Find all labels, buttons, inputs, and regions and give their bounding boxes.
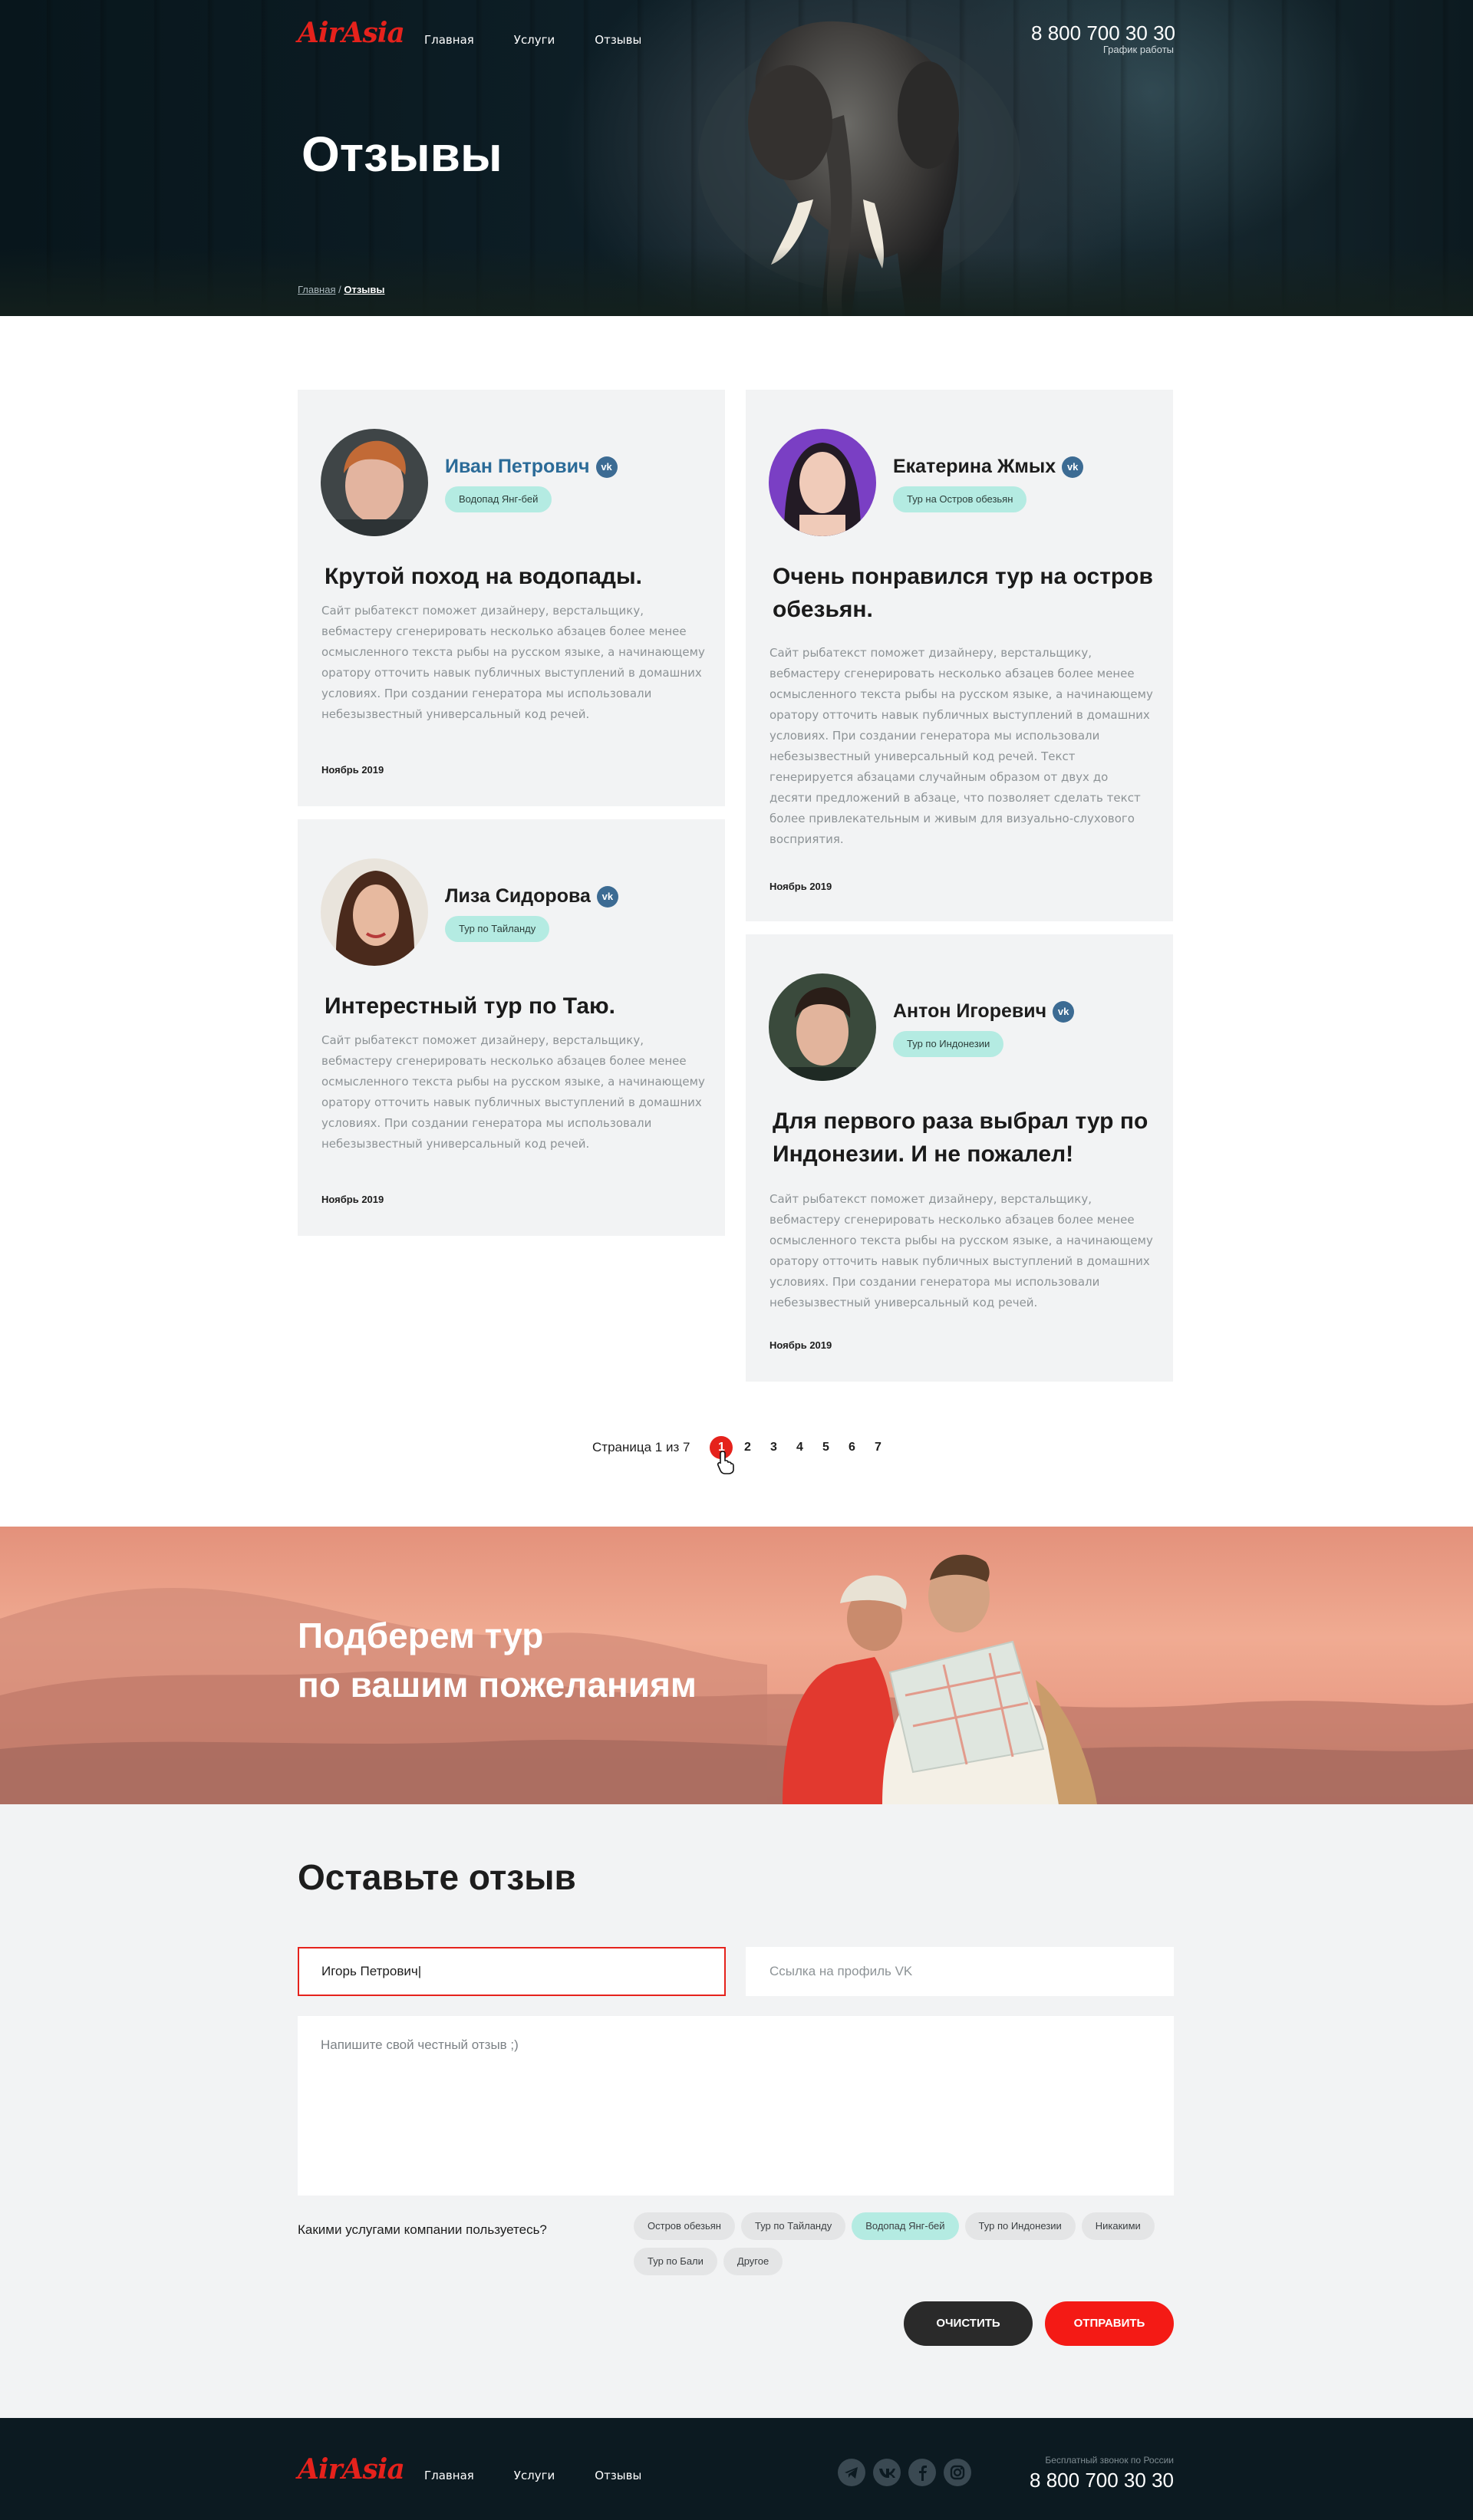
promo-title: Подберем тур по вашим пожеланиям: [298, 1611, 697, 1709]
page-3[interactable]: 3: [762, 1436, 785, 1459]
vk-icon[interactable]: vk: [1053, 1001, 1075, 1023]
nav-reviews[interactable]: Отзывы: [595, 33, 641, 47]
page-5[interactable]: 5: [814, 1436, 837, 1459]
vk-icon[interactable]: [873, 2459, 901, 2486]
review-card: Иван Петрович vk Водопад Янг-бей Крутой п…: [298, 390, 725, 806]
chip-monkey-island[interactable]: Остров обезьян: [634, 2212, 735, 2240]
vk-icon[interactable]: vk: [1062, 456, 1084, 478]
reviewer-name-text: Антон Игоревич: [893, 1000, 1047, 1022]
vk-icon[interactable]: vk: [595, 456, 618, 478]
nav-services[interactable]: Услуги: [514, 33, 555, 47]
footer-nav-home[interactable]: Главная: [424, 2469, 474, 2482]
footer-nav-services[interactable]: Услуги: [514, 2469, 555, 2482]
tourists-image: [783, 1554, 1097, 1804]
breadcrumb: Главная / Отзывы: [298, 284, 385, 295]
page-title: Отзывы: [302, 127, 503, 182]
services-question: Какими услугами компании пользуетесь?: [298, 2222, 547, 2237]
reviewer-name[interactable]: Антон Игоревич vk: [893, 1000, 1075, 1023]
review-title: Интерестный тур по Таю.: [325, 993, 615, 1019]
chip-bali[interactable]: Тур по Бали: [634, 2248, 717, 2275]
review-body: Сайт рыбатекст поможет дизайнеру, верста…: [321, 604, 705, 721]
clear-button[interactable]: ОЧИСТИТЬ: [904, 2301, 1033, 2346]
reviewer-name[interactable]: Екатерина Жмых vk: [893, 456, 1084, 478]
chip-indonesia[interactable]: Тур по Индонезии: [964, 2212, 1076, 2240]
chip-none[interactable]: Никакими: [1081, 2212, 1155, 2240]
reviewer-name-text: Иван Петрович: [445, 456, 590, 477]
review-card: Екатерина Жмых vk Тур на Остров обезьян О…: [746, 390, 1173, 921]
logo[interactable]: AirAsia: [298, 17, 405, 49]
review-card: Антон Игоревич vk Тур по Индонезии Для пе…: [746, 934, 1173, 1382]
promo-title-line1: Подберем тур: [298, 1616, 544, 1655]
chip-waterfall[interactable]: Водопад Янг-бей: [852, 2212, 959, 2240]
pagination-label: Страница 1 из 7: [592, 1440, 690, 1454]
name-input[interactable]: Игорь Петрович|: [298, 1947, 726, 1996]
review-date: Ноябрь 2019: [769, 1339, 832, 1351]
mountains-image: [0, 1588, 1473, 1804]
service-tag: Тур по Тайланду: [445, 916, 550, 942]
vk-profile-input[interactable]: Ссылка на профиль VK: [746, 1947, 1174, 1996]
service-chips: Остров обезьян Тур по Тайланду Водопад Я…: [634, 2212, 1178, 2275]
main-nav: Главная Услуги Отзывы: [424, 33, 641, 47]
review-title: Крутой поход на водопады.: [325, 564, 642, 589]
reviewer-name-text: Лиза Сидорова: [445, 885, 591, 907]
review-textarea[interactable]: Напишите свой честный отзыв ;): [298, 2016, 1174, 2196]
page-6[interactable]: 6: [840, 1436, 863, 1459]
hero-banner: [0, 0, 1473, 316]
work-schedule-link[interactable]: График работы: [1020, 44, 1174, 55]
submit-button[interactable]: ОТПРАВИТЬ: [1045, 2301, 1174, 2346]
avatar: [769, 429, 876, 536]
nav-home[interactable]: Главная: [424, 33, 474, 47]
footer-logo[interactable]: AirAsia: [298, 2453, 405, 2485]
page-2[interactable]: 2: [736, 1436, 759, 1459]
avatar: [321, 858, 428, 966]
service-tag: Тур на Остров обезьян: [893, 486, 1027, 512]
hand-cursor-icon: [717, 1451, 734, 1474]
review-date: Ноябрь 2019: [321, 764, 384, 776]
facebook-icon[interactable]: [908, 2459, 936, 2486]
promo-title-line2: по вашим пожеланиям: [298, 1665, 697, 1705]
review-body: Сайт рыбатекст поможет дизайнеру, верста…: [769, 646, 1153, 846]
reviewer-name-text: Екатерина Жмых: [893, 456, 1056, 477]
pagination: Страница 1 из 7 1 2 3 4 5 6 7: [592, 1436, 892, 1459]
instagram-icon[interactable]: [944, 2459, 971, 2486]
reviewer-name[interactable]: Лиза Сидорова vk: [445, 885, 618, 908]
ground-overlay: [0, 247, 1473, 316]
header-phone[interactable]: 8 800 700 30 30: [982, 21, 1175, 45]
page-7[interactable]: 7: [866, 1436, 889, 1459]
service-tag: Тур по Индонезии: [893, 1031, 1004, 1057]
footer-nav: Главная Услуги Отзывы: [424, 2469, 641, 2482]
page-4[interactable]: 4: [788, 1436, 811, 1459]
promo-banner: Подберем тур по вашим пожеланиям: [0, 1527, 1473, 1804]
review-card: Лиза Сидорова vk Тур по Тайланду Интерест…: [298, 819, 725, 1236]
breadcrumb-current: Отзывы: [344, 284, 385, 295]
chip-other[interactable]: Другое: [723, 2248, 783, 2275]
vk-icon[interactable]: vk: [596, 886, 618, 908]
reviewer-name[interactable]: Иван Петрович vk: [445, 456, 618, 478]
form-title: Оставьте отзыв: [298, 1857, 576, 1897]
telegram-icon[interactable]: [838, 2459, 865, 2486]
footer: [0, 2418, 1473, 2520]
review-date: Ноябрь 2019: [769, 881, 832, 892]
review-date: Ноябрь 2019: [321, 1194, 384, 1205]
free-call-note: Бесплатный звонок по России: [1045, 2455, 1174, 2466]
review-body: Сайт рыбатекст поможет дизайнеру, верста…: [321, 1033, 705, 1151]
breadcrumb-home[interactable]: Главная: [298, 284, 335, 295]
footer-nav-reviews[interactable]: Отзывы: [595, 2469, 641, 2482]
review-title: Для первого раза выбрал тур по Индонезии…: [773, 1108, 1148, 1167]
service-tag: Водопад Янг-бей: [445, 486, 552, 512]
review-title: Очень понравился тур на остров обезьян.: [773, 564, 1153, 622]
review-body: Сайт рыбатекст поможет дизайнеру, верста…: [769, 1192, 1153, 1309]
social-links: [838, 2459, 971, 2486]
footer-phone[interactable]: 8 800 700 30 30: [982, 2469, 1174, 2492]
avatar: [321, 429, 428, 536]
avatar: [769, 973, 876, 1081]
breadcrumb-separator: /: [338, 284, 341, 295]
chip-thailand[interactable]: Тур по Тайланду: [740, 2212, 846, 2240]
